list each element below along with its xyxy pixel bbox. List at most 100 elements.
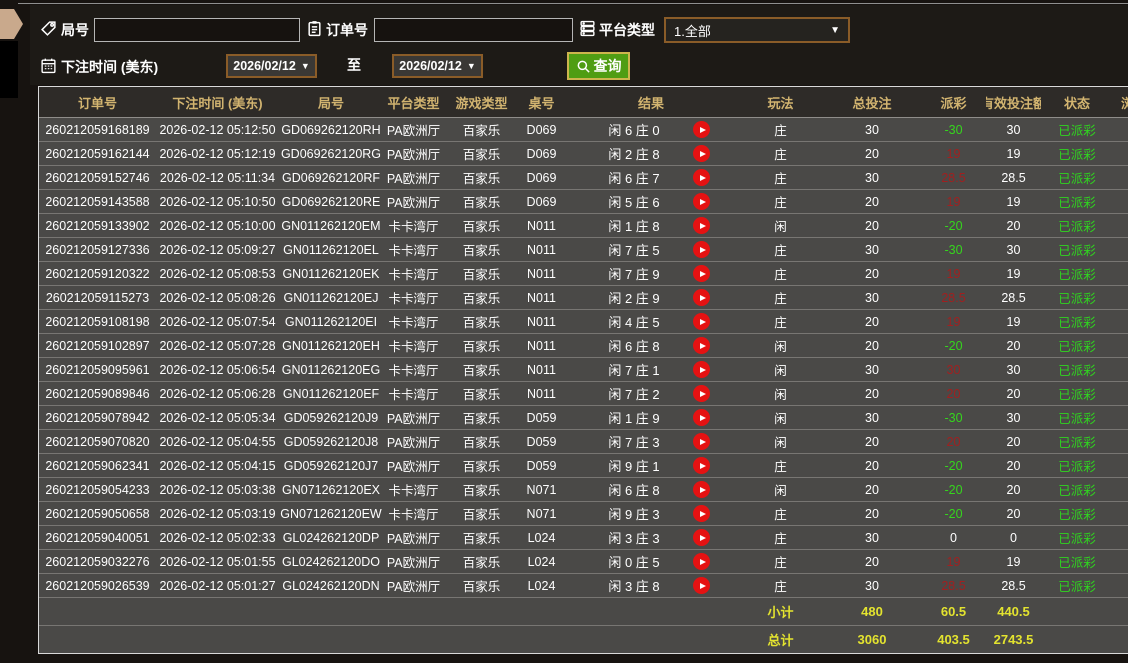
table-row: 260212059054233 2026-02-12 05:03:38 GN0712… — [39, 478, 1128, 502]
table-no: L024 — [527, 554, 556, 569]
platform-type: 卡卡湾厅 — [388, 244, 439, 258]
game-type: 百家乐 — [462, 484, 501, 498]
column-header-9: 总投注 — [852, 95, 892, 111]
subtotal-total-bet: 480 — [861, 604, 883, 619]
platform-type: PA欧洲厅 — [386, 556, 441, 570]
platform-list-icon — [579, 20, 596, 37]
result-text: 闲 4 庄 5 — [608, 315, 660, 330]
total-bet: 20 — [865, 194, 879, 209]
round-no: GN011262120EH — [282, 338, 380, 353]
order-no: 260212059168189 — [45, 122, 150, 137]
valid-bet: 28.5 — [1001, 170, 1026, 185]
order-no: 260212059133902 — [45, 218, 150, 233]
valid-bet: 30 — [1006, 410, 1021, 425]
valid-bet: 20 — [1006, 482, 1021, 497]
replay-play-icon[interactable] — [693, 361, 710, 378]
result-cell: 闲 9 庄 1 — [564, 454, 738, 477]
round-no: GN071262120EW — [280, 506, 382, 521]
round-no-input[interactable] — [94, 18, 300, 42]
search-icon — [577, 60, 590, 73]
replay-play-icon[interactable] — [693, 433, 710, 450]
replay-play-icon[interactable] — [693, 577, 710, 594]
total-bet: 20 — [865, 554, 879, 569]
payout: 19 — [946, 146, 961, 161]
grand-total-label: 总计 — [767, 633, 794, 648]
grand-total-total-bet: 3060 — [857, 632, 887, 647]
replay-play-icon[interactable] — [693, 265, 710, 282]
table-row: 260212059050658 2026-02-12 05:03:19 GN0712… — [39, 502, 1128, 526]
replay-play-icon[interactable] — [693, 145, 710, 162]
replay-play-icon[interactable] — [693, 529, 710, 546]
status: 已派彩 — [1058, 532, 1096, 546]
game-type: 百家乐 — [462, 244, 501, 258]
date-from-select[interactable]: 2026/02/12 ▼ — [226, 54, 317, 78]
replay-play-icon[interactable] — [693, 241, 710, 258]
order-no-input[interactable] — [374, 18, 573, 42]
calendar-icon — [40, 57, 57, 74]
result-text: 闲 9 庄 1 — [608, 459, 660, 474]
result-cell: 闲 6 庄 8 — [564, 478, 738, 501]
total-bet: 20 — [865, 386, 879, 401]
bet-time: 2026-02-12 05:05:34 — [159, 410, 276, 425]
column-header-8: 玩法 — [767, 95, 794, 111]
game-type: 百家乐 — [462, 124, 501, 138]
valid-bet: 20 — [1006, 506, 1021, 521]
column-header-6: 桌号 — [528, 95, 555, 111]
to-label: 至 — [347, 57, 361, 73]
replay-play-icon[interactable] — [693, 505, 710, 522]
column-header-11: 有效投注额 — [986, 95, 1041, 111]
game-type: 百家乐 — [462, 172, 501, 186]
platform-type: PA欧洲厅 — [386, 460, 441, 474]
bet-side: 庄 — [774, 292, 787, 306]
browse-cell — [1113, 286, 1128, 309]
result-cell: 闲 7 庄 2 — [564, 382, 738, 405]
bet-time: 2026-02-12 05:12:19 — [159, 146, 276, 161]
valid-bet: 20 — [1006, 434, 1021, 449]
game-type: 百家乐 — [462, 532, 501, 546]
replay-play-icon[interactable] — [693, 385, 710, 402]
query-button[interactable]: 查询 — [567, 52, 630, 80]
platform-type: PA欧洲厅 — [386, 436, 441, 450]
replay-play-icon[interactable] — [693, 481, 710, 498]
replay-play-icon[interactable] — [693, 217, 710, 234]
total-bet: 20 — [865, 458, 879, 473]
payout: 30 — [946, 362, 961, 377]
replay-play-icon[interactable] — [693, 337, 710, 354]
date-to-select[interactable]: 2026/02/12 ▼ — [392, 54, 483, 78]
side-panel-collapse-tab[interactable] — [0, 9, 23, 39]
left-black-block — [0, 41, 18, 98]
bet-side: 闲 — [774, 388, 787, 402]
platform-type-select[interactable]: 1.全部 ▼ — [664, 17, 850, 43]
table-header-row: 订单号 下注时间 (美东) 局号 平台类型 游戏类型 桌号 结果 玩法 总投注 派彩 有效投注额 状态… — [39, 87, 1128, 118]
replay-play-icon[interactable] — [693, 193, 710, 210]
result-text: 闲 5 庄 6 — [608, 195, 660, 210]
payout: 20 — [946, 386, 961, 401]
grand-total-row: 总计 3060 403.5 2743.5 — [39, 626, 1128, 653]
result-text: 闲 1 庄 9 — [608, 411, 660, 426]
bet-time: 2026-02-12 05:01:27 — [159, 578, 276, 593]
result-cell: 闲 7 庄 5 — [564, 238, 738, 261]
browse-cell — [1113, 502, 1128, 525]
replay-play-icon[interactable] — [693, 457, 710, 474]
browse-cell — [1113, 118, 1128, 141]
replay-play-icon[interactable] — [693, 289, 710, 306]
bet-records-table: 订单号 下注时间 (美东) 局号 平台类型 游戏类型 桌号 结果 玩法 总投注 派彩 有效投注额 状态… — [38, 86, 1128, 654]
browse-cell — [1113, 454, 1128, 477]
browse-cell — [1113, 214, 1128, 237]
replay-play-icon[interactable] — [693, 553, 710, 570]
replay-play-icon[interactable] — [693, 313, 710, 330]
bet-time: 2026-02-12 05:06:28 — [159, 386, 276, 401]
platform-type: PA欧洲厅 — [386, 124, 441, 138]
table-no: D069 — [526, 170, 557, 185]
round-no: GN011262120EI — [284, 314, 378, 329]
result-cell: 闲 2 庄 8 — [564, 142, 738, 165]
replay-play-icon[interactable] — [693, 409, 710, 426]
bet-time: 2026-02-12 05:10:00 — [159, 218, 276, 233]
replay-play-icon[interactable] — [693, 169, 710, 186]
game-type: 百家乐 — [462, 148, 501, 162]
order-no: 260212059062341 — [45, 458, 150, 473]
result-text: 闲 7 庄 5 — [608, 243, 660, 258]
result-cell: 闲 6 庄 8 — [564, 334, 738, 357]
replay-play-icon[interactable] — [693, 121, 710, 138]
bet-time: 2026-02-12 05:09:27 — [159, 242, 276, 257]
